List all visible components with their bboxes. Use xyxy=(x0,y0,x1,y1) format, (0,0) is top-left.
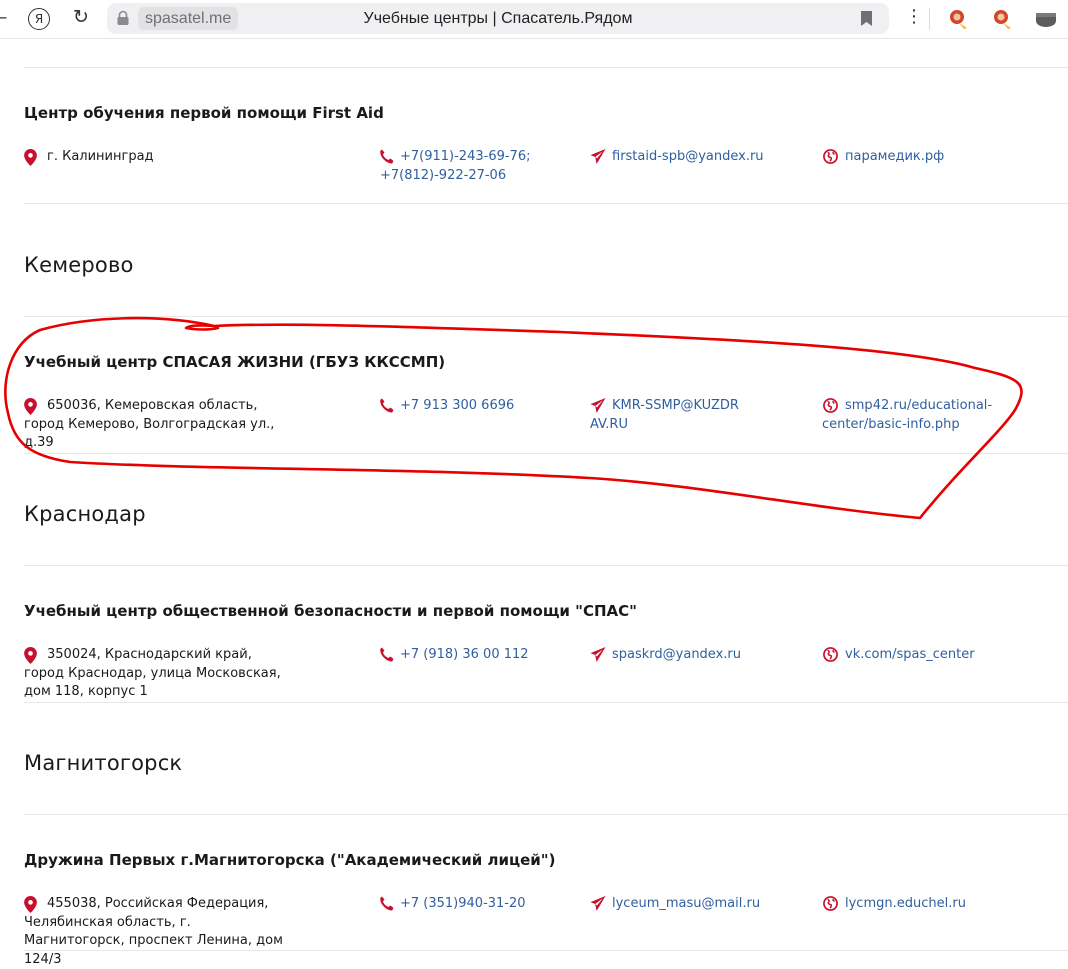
toolbar-divider xyxy=(929,8,930,30)
url-domain[interactable]: spasatel.me xyxy=(138,7,239,30)
org-title: Учебный центр СПАСАЯ ЖИЗНИ (ГБУЗ ККССМП) xyxy=(24,353,446,371)
divider xyxy=(24,453,1068,454)
browser-menu-button[interactable]: ⋮ xyxy=(905,6,923,28)
lock-icon xyxy=(117,10,129,25)
city-heading: Магнитогорск xyxy=(24,751,183,775)
extension-icon[interactable] xyxy=(990,7,1014,31)
training-centers-list: Центр обучения первой помощи First Aid г… xyxy=(0,38,1068,967)
org-title: Дружина Первых г.Магнитогорска ("Академи… xyxy=(24,851,556,869)
phone-link[interactable]: +7 913 300 6696 xyxy=(380,397,570,416)
email-link[interactable]: KMR-SSMP@KUZDRAV.RU xyxy=(590,397,740,434)
org-title: Центр обучения первой помощи First Aid xyxy=(24,104,384,122)
profile-icon[interactable] xyxy=(1034,7,1058,31)
address-bar[interactable]: spasatel.me Учебные центры | Спасатель.Р… xyxy=(107,3,889,34)
back-button[interactable]: ← xyxy=(0,8,7,27)
org-title: Учебный центр общественной безопасности … xyxy=(24,602,637,620)
address-text: 650036, Кемеровская область, город Кемер… xyxy=(24,398,275,450)
email-link[interactable]: firstaid-spb@yandex.ru xyxy=(590,148,765,167)
address-text: г. Калининград xyxy=(47,149,154,164)
yandex-button[interactable]: Я xyxy=(28,8,50,30)
phone-link[interactable]: +7(911)-243-69-76; +7(812)-922-27-06 xyxy=(380,148,570,185)
email-link[interactable]: lyceum_masu@mail.ru xyxy=(590,895,765,914)
website-link[interactable]: vk.com/spas_center xyxy=(822,646,1002,665)
page-title: Учебные центры | Спасатель.Рядом xyxy=(363,10,633,27)
email-link[interactable]: spaskrd@yandex.ru xyxy=(590,646,765,665)
reload-button[interactable]: ↻ xyxy=(73,6,89,28)
browser-toolbar: ← Я ↻ spasatel.me Учебные центры | Спаса… xyxy=(0,0,1068,39)
city-heading: Краснодар xyxy=(24,502,146,526)
address-text: 350024, Краснодарский край, город Красно… xyxy=(24,647,281,699)
address-text: 455038, Российская Федерация, Челябинска… xyxy=(24,896,283,967)
website-link[interactable]: lycmgn.educhel.ru xyxy=(822,895,1002,914)
phone-link[interactable]: +7 (918) 36 00 112 xyxy=(380,646,570,665)
city-heading: Кемерово xyxy=(24,253,134,277)
divider xyxy=(24,203,1068,204)
divider xyxy=(24,565,1068,566)
website-link[interactable]: smp42.ru/educational-center/basic-info.p… xyxy=(822,397,997,434)
phone-link[interactable]: +7 (351)940-31-20 xyxy=(380,895,570,914)
divider xyxy=(24,702,1068,703)
bookmark-icon[interactable] xyxy=(861,11,872,26)
divider xyxy=(24,316,1068,317)
divider xyxy=(24,67,1068,68)
divider xyxy=(24,950,1068,951)
extension-icon[interactable] xyxy=(946,7,970,31)
website-link[interactable]: парамедик.рф xyxy=(822,148,1002,167)
divider xyxy=(24,814,1068,815)
